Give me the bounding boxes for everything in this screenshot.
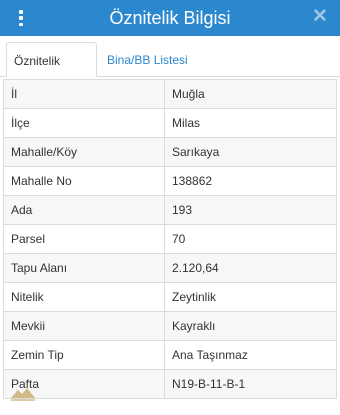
- table-row: Ada 193: [3, 195, 337, 225]
- table-row: Nitelik Zeytinlik: [3, 282, 337, 312]
- title-bar: Öznitelik Bilgisi ✕: [0, 0, 340, 36]
- attribute-key: Parsel: [3, 224, 165, 254]
- close-icon[interactable]: ✕: [312, 7, 328, 27]
- table-row: İlçe Milas: [3, 108, 337, 138]
- attribute-value: Sarıkaya: [164, 137, 337, 167]
- attribute-key: Mahalle/Köy: [3, 137, 165, 167]
- vertical-dots-icon[interactable]: [17, 10, 25, 26]
- attribute-key: Zemin Tip: [3, 340, 165, 370]
- attribute-key: Mahalle No: [3, 166, 165, 196]
- attribute-key: Mevkii: [3, 311, 165, 341]
- attribute-value: 2.120,64: [164, 253, 337, 283]
- table-row: Zemin Tip Ana Taşınmaz: [3, 340, 337, 370]
- table-row: Parsel 70: [3, 224, 337, 254]
- attribute-key: Ada: [3, 195, 165, 225]
- table-row: İl Muğla: [3, 79, 337, 109]
- attribute-value: 193: [164, 195, 337, 225]
- table-row: Mahalle/Köy Sarıkaya: [3, 137, 337, 167]
- tab-attribute-info[interactable]: Öznitelik Bilgisi: [6, 42, 97, 104]
- attribute-table: İl Muğla İlçe Milas Mahalle/Köy Sarıkaya Mahal…: [3, 79, 337, 399]
- table-row: Pafta N19-B-11-B-1: [3, 369, 337, 399]
- attribute-value: Ana Taşınmaz: [164, 340, 337, 370]
- attribute-value: Kayraklı: [164, 311, 337, 341]
- logo-icon: [11, 388, 35, 401]
- attribute-value: Muğla: [164, 79, 337, 109]
- attribute-value: Zeytinlik: [164, 282, 337, 312]
- table-row: Mahalle No 138862: [3, 166, 337, 196]
- attribute-value: 70: [164, 224, 337, 254]
- tab-bar: Öznitelik Bilgisi Bina/BB Listesi: [0, 36, 340, 104]
- attribute-key: İlçe: [3, 108, 165, 138]
- attribute-key: Tapu Alanı: [3, 253, 165, 283]
- attribute-value: 138862: [164, 166, 337, 196]
- attribute-key: İl: [3, 79, 165, 109]
- tab-building-list[interactable]: Bina/BB Listesi: [100, 42, 195, 76]
- attribute-value: N19-B-11-B-1: [164, 369, 337, 399]
- table-row: Tapu Alanı 2.120,64: [3, 253, 337, 283]
- attribute-key: Nitelik: [3, 282, 165, 312]
- attribute-value: Milas: [164, 108, 337, 138]
- table-row: Mevkii Kayraklı: [3, 311, 337, 341]
- dialog-title: Öznitelik Bilgisi: [109, 7, 231, 28]
